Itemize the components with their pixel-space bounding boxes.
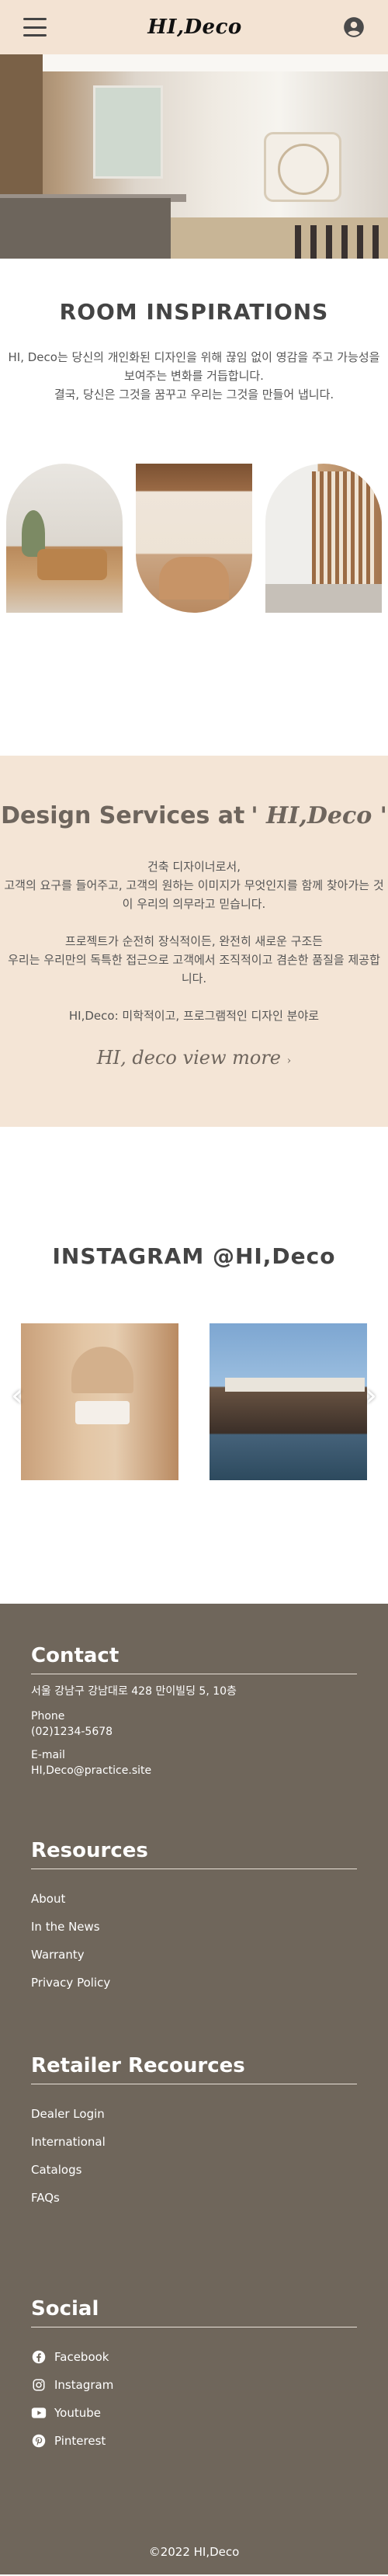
instagram-title: INSTAGRAM @HI,Deco (52, 1243, 336, 1269)
footer-resources: Resources About In the News Warranty Pri… (31, 1839, 357, 1997)
chevron-right-icon: › (286, 1055, 292, 1067)
services-paragraph: 건축 디자이너로서, 고객의 요구를 들어주고, 고객의 원하는 이미지가 무엇… (3, 857, 385, 913)
wall-art (264, 132, 341, 202)
services-line: 건축 디자이너로서, (147, 860, 241, 874)
footer-contact: Contact 서울 강남구 강남대로 428 만이빌딩 5, 10층 Phon… (31, 1644, 357, 1777)
design-services-section: Design Services at ' HI,Deco ' 건축 디자이너로서,… (0, 756, 388, 1127)
site-footer: Contact 서울 강남구 강남대로 428 만이빌딩 5, 10층 Phon… (0, 1604, 388, 2574)
social-label: Instagram (54, 2378, 114, 2392)
site-header: HI,Deco (0, 0, 388, 54)
carousel-next-icon[interactable]: › (365, 1378, 377, 1413)
contact-phone-label: Phone (31, 1710, 65, 1723)
instagram-post-bathroom[interactable] (21, 1323, 178, 1480)
footer-link-international[interactable]: International (31, 2128, 357, 2156)
room-inspirations-description: HI, Deco는 당신의 개인화된 디자인을 위해 끊임 없이 영감을 주고 … (0, 348, 388, 404)
hero-image (0, 54, 388, 259)
view-more-link[interactable]: HI, deco view more › (97, 1047, 292, 1069)
contact-email-label: E-mail (31, 1749, 65, 1761)
social-link-youtube[interactable]: Youtube (31, 2399, 357, 2427)
services-paragraph: HI,Deco: 미학적이고, 프로그램적인 디자인 분야로 (68, 1009, 320, 1023)
footer-social-title: Social (31, 2297, 357, 2327)
carousel-prev-icon[interactable]: ‹ (11, 1378, 23, 1413)
youtube-icon (31, 2405, 47, 2421)
room-image-partition[interactable] (265, 464, 382, 613)
contact-address: 서울 강남구 강남대로 428 만이빌딩 5, 10층 (31, 1685, 237, 1698)
services-line: 우리는 우리만의 독특한 접근으로 고객에서 조직적이고 겸손한 품질을 제공합… (8, 953, 380, 986)
footer-link-about[interactable]: About (31, 1885, 357, 1913)
design-services-brand: ' HI,Deco ' (251, 802, 387, 829)
footer-link-warranty[interactable]: Warranty (31, 1941, 357, 1969)
design-services-title: Design Services at ' HI,Deco ' (0, 802, 388, 829)
description-line: 결국, 당신은 그것을 꿈꾸고 우리는 그것을 만들어 냅니다. (54, 388, 334, 402)
footer-retailer: Retailer Recources Dealer Login Internat… (31, 2054, 357, 2212)
room-gallery (0, 464, 388, 613)
menu-icon[interactable] (23, 18, 47, 37)
social-link-pinterest[interactable]: Pinterest (31, 2427, 357, 2455)
social-label: Pinterest (54, 2434, 106, 2448)
footer-resources-title: Resources (31, 1839, 357, 1869)
room-image-living[interactable] (6, 464, 123, 613)
contact-email[interactable]: HI,Deco@practice.site (31, 1764, 357, 1777)
social-label: Facebook (54, 2350, 109, 2364)
instagram-icon (31, 2377, 47, 2393)
footer-contact-title: Contact (31, 1644, 357, 1674)
social-link-facebook[interactable]: Facebook (31, 2343, 357, 2371)
view-more-label: HI, deco view more (96, 1047, 281, 1069)
social-link-instagram[interactable]: Instagram (31, 2371, 357, 2399)
services-paragraph: 프로젝트가 순전히 장식적이든, 완전히 새로운 구조든 우리는 우리만의 독특… (3, 932, 385, 988)
site-logo[interactable]: HI,Deco (147, 16, 242, 39)
footer-link-catalogs[interactable]: Catalogs (31, 2156, 357, 2184)
description-line: HI, Deco는 당신의 개인화된 디자인을 위해 끊임 없이 영감을 주고 … (8, 350, 380, 383)
instagram-section: INSTAGRAM @HI,Deco ‹ › (0, 1127, 388, 1604)
room-inspirations-title: ROOM INSPIRATIONS (59, 299, 329, 325)
instagram-post-house[interactable] (210, 1323, 367, 1480)
design-services-heading: Design Services at (1, 802, 245, 829)
footer-link-faqs[interactable]: FAQs (31, 2184, 357, 2212)
user-account-icon[interactable] (343, 16, 365, 38)
instagram-carousel: ‹ › (0, 1323, 388, 1480)
room-inspirations-section: ROOM INSPIRATIONS HI, Deco는 당신의 개인화된 디자인… (0, 259, 388, 756)
footer-link-privacy[interactable]: Privacy Policy (31, 1969, 357, 1997)
services-line: 프로젝트가 순전히 장식적이든, 완전히 새로운 구조든 (64, 934, 324, 948)
room-image-kitchen[interactable] (136, 464, 252, 613)
footer-retailer-title: Retailer Recources (31, 2054, 357, 2084)
pinterest-icon (31, 2433, 47, 2449)
copyright-text: ©2022 HI,Deco (148, 2545, 240, 2559)
services-line: 고객의 요구를 들어주고, 고객의 원하는 이미지가 무엇인지를 함께 찾아가는… (4, 878, 384, 911)
footer-link-news[interactable]: In the News (31, 1913, 357, 1941)
facebook-icon (31, 2349, 47, 2365)
footer-link-dealer-login[interactable]: Dealer Login (31, 2100, 357, 2128)
social-label: Youtube (54, 2406, 101, 2420)
footer-social: Social Facebook Instagram Youtube Pinter… (31, 2297, 357, 2455)
design-services-text: 건축 디자이너로서, 고객의 요구를 들어주고, 고객의 원하는 이미지가 무엇… (0, 857, 388, 1025)
contact-phone[interactable]: (02)1234-5678 (31, 1726, 357, 1738)
